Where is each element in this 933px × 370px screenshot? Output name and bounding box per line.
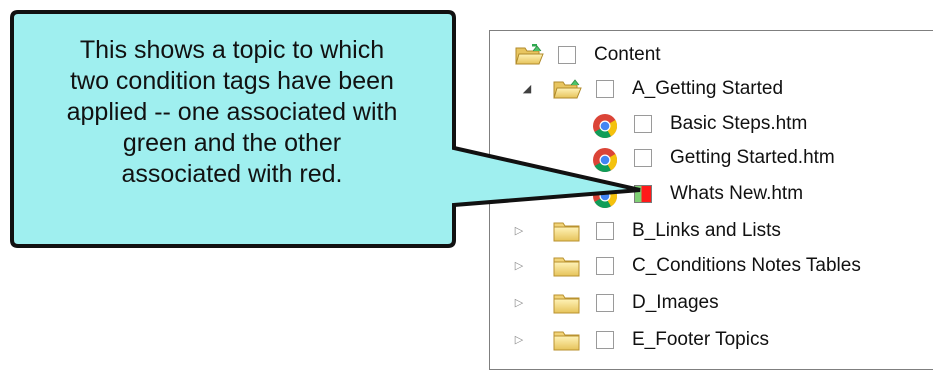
tree-item-label: C_Conditions Notes Tables: [632, 255, 861, 276]
chrome-icon: [592, 113, 618, 144]
condition-checkbox[interactable]: [596, 80, 614, 98]
tree-item-e-footer-topics[interactable]: ▷ E_Footer Topics: [490, 323, 933, 357]
tree-item-getting-started[interactable]: Getting Started.htm: [490, 141, 933, 175]
condition-checkbox[interactable]: [634, 149, 652, 167]
condition-checkbox[interactable]: [558, 46, 576, 64]
tree-item-a-getting-started[interactable]: ◢ A_Getting Started: [490, 72, 933, 106]
condition-tag-swatch[interactable]: [634, 185, 652, 203]
expand-arrow-icon[interactable]: ▷: [512, 259, 526, 273]
open-folder-icon: [514, 43, 544, 71]
tree-item-whats-new[interactable]: Whats New.htm: [490, 177, 933, 211]
tree-item-b-links-and-lists[interactable]: ▷ B_Links and Lists: [490, 214, 933, 248]
tree-item-label: Content: [594, 44, 661, 65]
callout-line: two condition tags have been: [70, 67, 394, 95]
tree-item-label: B_Links and Lists: [632, 220, 781, 241]
expand-arrow-icon[interactable]: ▷: [512, 333, 526, 347]
tree-item-label: A_Getting Started: [632, 78, 784, 99]
tree-item-label: D_Images: [632, 292, 719, 313]
tree-item-content[interactable]: Content: [490, 38, 933, 72]
tree-item-label: Getting Started.htm: [670, 147, 835, 168]
collapse-arrow-icon[interactable]: ◢: [520, 82, 534, 96]
callout-line: This shows a topic to which: [79, 36, 385, 64]
callout-line: green and the other: [122, 129, 342, 157]
tree-item-basic-steps[interactable]: Basic Steps.htm: [490, 107, 933, 141]
callout-line: applied -- one associated with: [66, 98, 398, 126]
chrome-icon: [592, 183, 618, 214]
open-folder-icon: [552, 78, 582, 105]
condition-checkbox[interactable]: [596, 331, 614, 349]
condition-checkbox[interactable]: [634, 115, 652, 133]
expand-arrow-icon[interactable]: ▷: [512, 296, 526, 310]
tree-item-label: Basic Steps.htm: [670, 113, 808, 134]
folder-icon: [552, 329, 582, 356]
tree-item-d-images[interactable]: ▷ D_Images: [490, 286, 933, 320]
tree-item-c-conditions-notes-tables[interactable]: ▷ C_Conditions Notes Tables: [490, 249, 933, 283]
tree-item-label: Whats New.htm: [670, 183, 804, 204]
folder-icon: [552, 220, 582, 247]
chrome-icon: [592, 147, 618, 178]
folder-icon: [552, 255, 582, 282]
callout-text: This shows a topic to which two conditio…: [18, 35, 446, 190]
expand-arrow-icon[interactable]: ▷: [512, 224, 526, 238]
condition-checkbox[interactable]: [596, 222, 614, 240]
condition-checkbox[interactable]: [596, 294, 614, 312]
callout-line: associated with red.: [121, 160, 343, 188]
content-explorer-tree: Content ◢ A_Getting Started Basic Steps.…: [489, 30, 933, 370]
condition-checkbox[interactable]: [596, 257, 614, 275]
tree-item-label: E_Footer Topics: [632, 329, 769, 350]
folder-icon: [552, 292, 582, 319]
